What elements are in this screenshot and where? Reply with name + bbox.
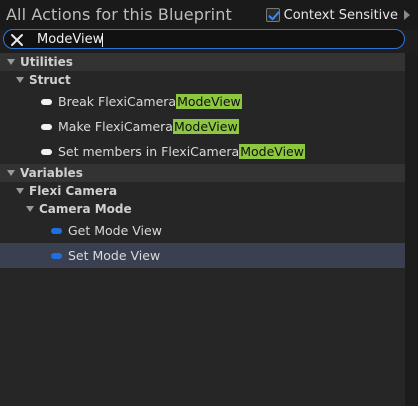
list-item-set-mode-view[interactable]: Set Mode View xyxy=(0,243,405,268)
expand-arrow-icon[interactable] xyxy=(16,188,24,194)
struct-pin-icon xyxy=(41,123,52,130)
category-utilities[interactable]: Utilities xyxy=(0,53,405,71)
expand-arrow-icon[interactable] xyxy=(16,77,24,83)
list-item-make-flexicamera[interactable]: Make FlexiCamera ModeView xyxy=(0,114,405,139)
search-input[interactable] xyxy=(37,31,367,47)
category-label: Variables xyxy=(20,166,83,180)
subcategory-flexi-camera[interactable]: Flexi Camera xyxy=(0,182,405,200)
variable-pin-icon xyxy=(51,227,62,234)
item-label-prefix: Set members in FlexiCamera xyxy=(58,144,240,159)
chevron-right-icon[interactable] xyxy=(404,10,410,20)
category-variables[interactable]: Variables xyxy=(0,164,405,182)
scrollbar[interactable] xyxy=(405,53,418,406)
text-caret xyxy=(102,33,103,47)
context-sensitive-label: Context Sensitive xyxy=(283,7,398,23)
struct-pin-icon xyxy=(41,98,52,105)
item-label-prefix: Break FlexiCamera xyxy=(58,94,177,109)
subcategory-struct[interactable]: Struct xyxy=(0,71,405,89)
category-label: Utilities xyxy=(20,55,73,69)
action-tree: Utilities Struct Break FlexiCamera ModeVi… xyxy=(0,53,405,406)
search-box[interactable] xyxy=(3,29,405,49)
item-label: Get Mode View xyxy=(68,223,162,238)
search-match-highlight: ModeView xyxy=(172,119,239,134)
menu-header: All Actions for this Blueprint Context S… xyxy=(0,0,418,30)
checkmark-icon xyxy=(268,11,280,21)
subcategory-label: Struct xyxy=(29,73,71,87)
list-item-set-members-flexicamera[interactable]: Set members in FlexiCamera ModeView xyxy=(0,139,405,164)
context-sensitive-toggle[interactable]: Context Sensitive xyxy=(265,6,410,24)
blueprint-action-menu: All Actions for this Blueprint Context S… xyxy=(0,0,418,406)
search-match-highlight: ModeView xyxy=(176,94,242,109)
menu-title: All Actions for this Blueprint xyxy=(6,5,232,24)
item-label-prefix: Make FlexiCamera xyxy=(58,119,173,134)
item-label: Set Mode View xyxy=(68,248,161,263)
expand-arrow-icon[interactable] xyxy=(7,59,15,65)
context-sensitive-checkbox[interactable] xyxy=(265,8,280,22)
close-icon[interactable] xyxy=(10,32,24,51)
subcategory-label: Camera Mode xyxy=(39,202,132,216)
search-match-highlight: ModeView xyxy=(239,144,305,159)
expand-arrow-icon[interactable] xyxy=(7,170,15,176)
list-item-break-flexicamera[interactable]: Break FlexiCamera ModeView xyxy=(0,89,405,114)
struct-pin-icon xyxy=(41,148,52,155)
subcategory-label: Flexi Camera xyxy=(29,184,118,198)
expand-arrow-icon[interactable] xyxy=(26,206,34,212)
list-item-get-mode-view[interactable]: Get Mode View xyxy=(0,218,405,243)
subcategory-camera-mode[interactable]: Camera Mode xyxy=(0,200,405,218)
variable-pin-icon xyxy=(51,252,62,259)
